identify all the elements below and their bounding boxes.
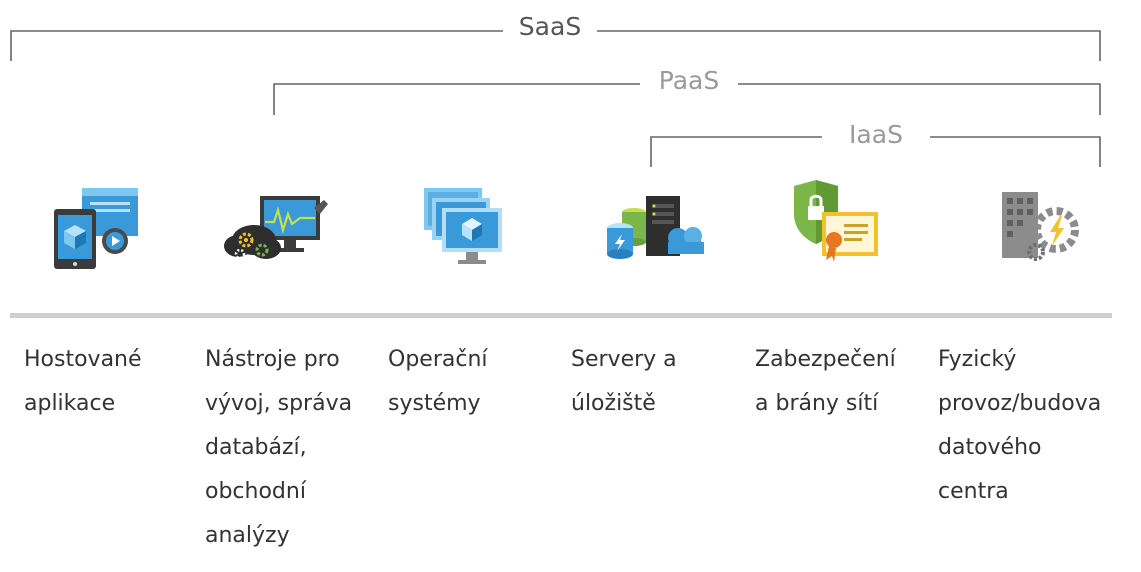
iaas-label: IaaS xyxy=(835,120,917,150)
divider-line xyxy=(10,313,1112,318)
caption-datacenter: Fyzický provoz/budova datového centra xyxy=(938,347,1102,504)
caption-hosted-apps: Hostované aplikace xyxy=(24,347,142,416)
operating-systems-icon xyxy=(424,188,502,264)
saas-label: SaaS xyxy=(504,12,596,42)
datacenter-building-icon xyxy=(1002,192,1079,261)
paas-label: PaaS xyxy=(644,66,734,96)
caption-servers-storage: Servery a úložiště xyxy=(571,347,677,416)
hosted-app-icon xyxy=(54,188,138,269)
dev-tools-icon xyxy=(224,196,328,260)
caption-operating-systems: Operační systémy xyxy=(388,347,488,416)
caption-security: Zabezpečení a brány sítí xyxy=(755,347,896,416)
security-certificate-icon xyxy=(794,180,878,262)
servers-storage-icon xyxy=(607,196,704,259)
caption-dev-tools: Nástroje pro vývoj, správa databází, obc… xyxy=(205,347,353,548)
